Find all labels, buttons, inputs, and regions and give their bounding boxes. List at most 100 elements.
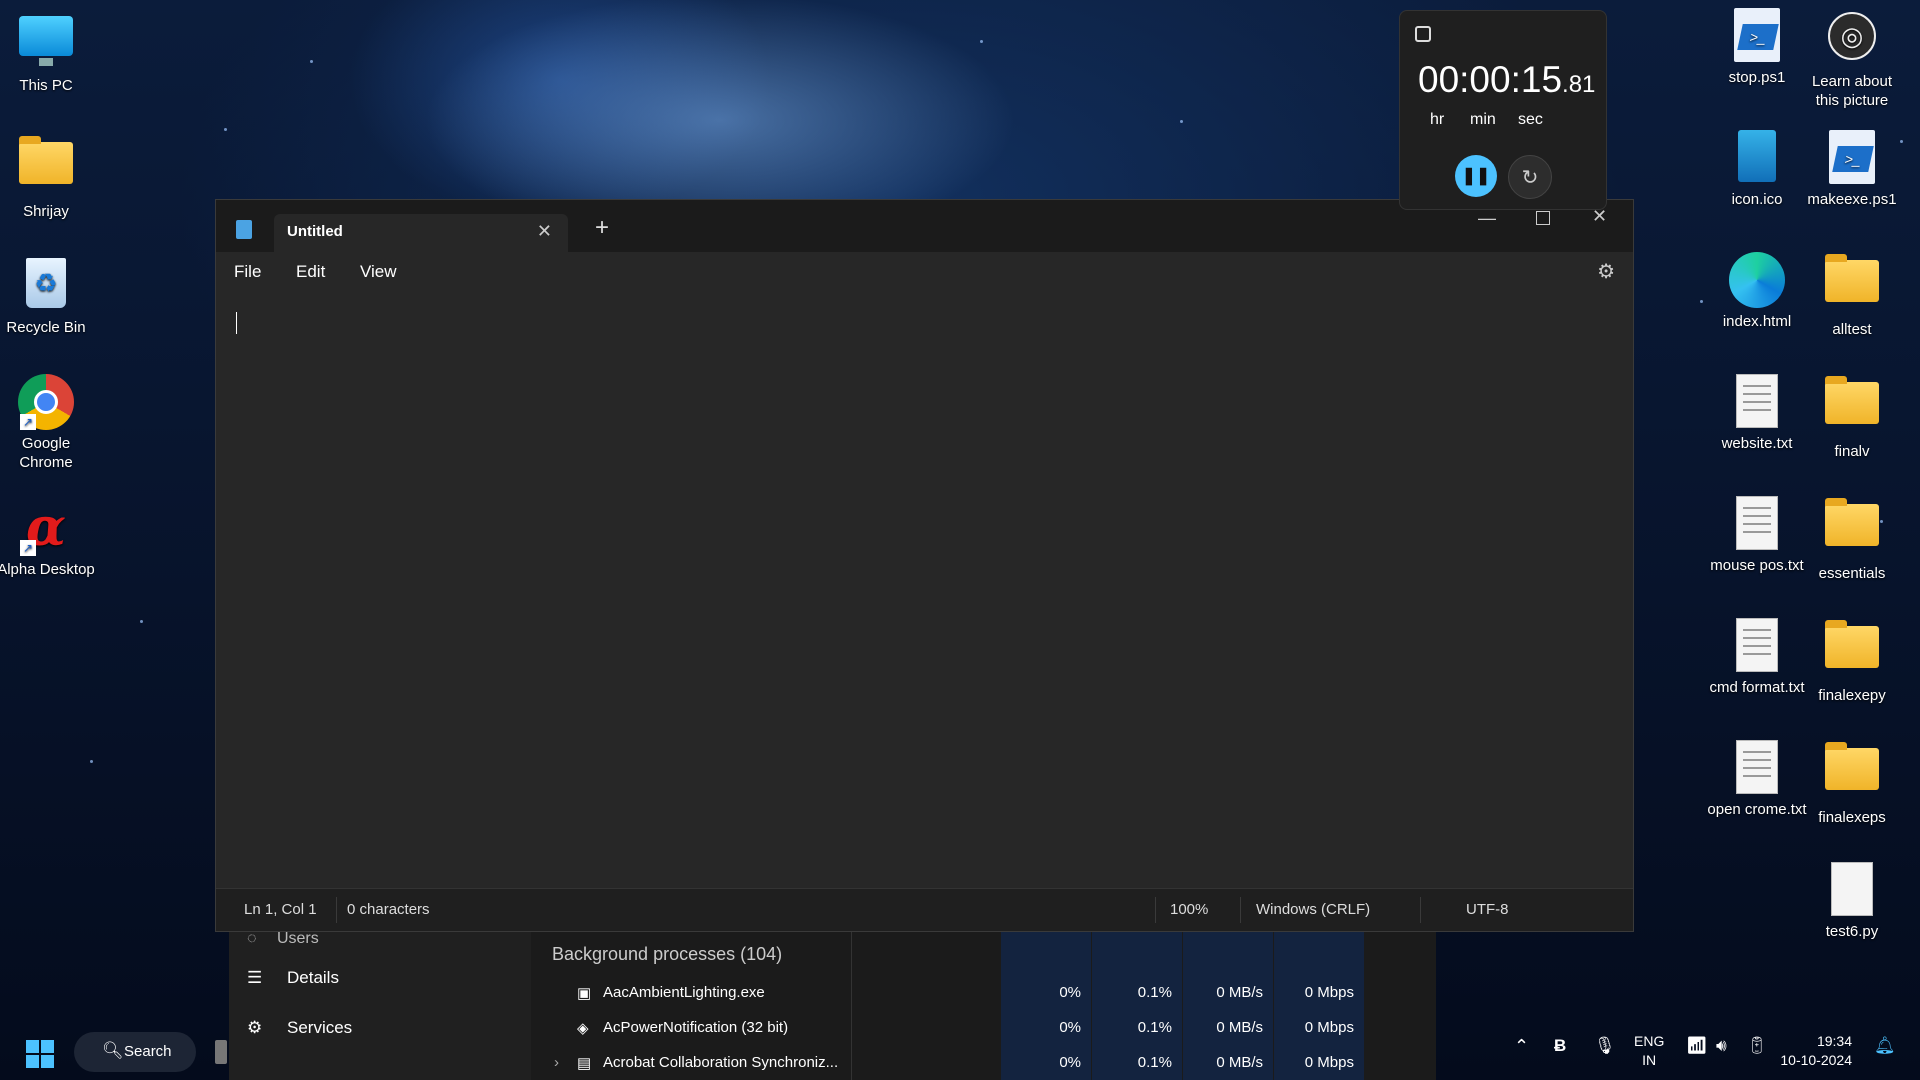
status-bar: Ln 1, Col 1 0 characters 100% Windows (C… (216, 888, 1633, 931)
process-disk: 0 MB/s (1216, 984, 1263, 1001)
menu-edit[interactable]: Edit (296, 262, 325, 282)
close-tab-icon[interactable]: ✕ (537, 221, 552, 242)
wifi-icon[interactable]: 📶︎ (1686, 1036, 1708, 1056)
desktop-icon-test6-py[interactable]: test6.py (1802, 862, 1902, 941)
desktop-icon-label: cmd format.txt (1709, 679, 1805, 696)
process-name: AacAmbientLighting.exe (603, 984, 765, 1001)
desktop-icon-recycle-bin[interactable]: ♻ Recycle Bin (0, 254, 96, 337)
text-file-icon (1729, 740, 1785, 796)
notification-bell-icon[interactable]: 🔔︎ (1874, 1036, 1896, 1056)
volume-icon[interactable]: 🔊︎ (1716, 1036, 1727, 1056)
unit-min-label: min (1470, 111, 1496, 128)
shortcut-arrow-icon: ↗ (20, 414, 36, 430)
users-icon: ◌ (247, 930, 257, 947)
clock-time: 19:34 (1816, 1033, 1852, 1049)
menu-file[interactable]: File (234, 262, 261, 282)
notepad-window: Untitled ✕ + — ✕ File Edit View ⚙ Ln 1, … (215, 199, 1634, 932)
tab-title: Untitled (287, 223, 343, 240)
camera-icon: ◎ (1824, 12, 1880, 68)
desktop-icon-this-pc[interactable]: This PC (0, 12, 96, 95)
text-file-icon (1729, 618, 1785, 674)
battery-icon[interactable]: 🔋︎ (1746, 1036, 1768, 1056)
tab-untitled[interactable]: Untitled ✕ (274, 214, 568, 252)
desktop-icon-makeexe-ps1[interactable]: >_ makeexe.ps1 (1802, 130, 1902, 209)
desktop-icon-stop-ps1[interactable]: >_ stop.ps1 (1707, 8, 1807, 87)
list-icon: ☰ (247, 968, 263, 987)
desktop-icon-label: finalexeps (1818, 809, 1886, 826)
notepad-app-icon (236, 220, 252, 239)
shortcut-arrow-icon: ↗ (20, 540, 36, 556)
taskbar-app-icon[interactable] (215, 1040, 227, 1064)
desktop-icon-alpha-desktop[interactable]: α ↗ Alpha Desktop (0, 500, 96, 579)
desktop-icon-label: Learn about this picture (1811, 73, 1893, 109)
start-windows-icon[interactable] (26, 1040, 54, 1068)
reset-icon: ↻ (1521, 166, 1539, 189)
maximize-icon[interactable] (1536, 211, 1550, 225)
chevron-up-icon[interactable]: ⌃ (1514, 1036, 1529, 1057)
desktop-icon-finalexepy[interactable]: finalexepy (1802, 618, 1902, 705)
new-tab-plus-icon[interactable]: + (595, 214, 609, 242)
desktop-icon-essentials[interactable]: essentials (1802, 496, 1902, 583)
language-indicator[interactable]: ENG IN (1634, 1032, 1664, 1070)
desktop-icon-index-html[interactable]: index.html (1707, 252, 1807, 331)
folder-icon (1824, 742, 1880, 804)
language-bottom: IN (1642, 1052, 1657, 1068)
desktop-icon-mouse-pos-txt[interactable]: mouse pos.txt (1707, 496, 1807, 575)
desktop-icon-label: website.txt (1721, 435, 1793, 452)
pause-icon: ❚❚ (1461, 166, 1491, 185)
text-editor-area[interactable] (216, 292, 1633, 889)
status-encoding: UTF-8 (1466, 901, 1509, 918)
minimize-icon[interactable]: — (1478, 208, 1496, 229)
search-box[interactable]: 🔍︎ Search (74, 1032, 196, 1072)
clock[interactable]: 19:34 10-10-2024 (1780, 1032, 1852, 1070)
powershell-file-icon: >_ (1824, 130, 1880, 186)
desktop-icon-label: stop.ps1 (1728, 69, 1786, 86)
background-processes-header: Background processes (104) (552, 944, 783, 964)
folder-icon (1824, 498, 1880, 560)
search-icon: 🔍︎ (102, 1041, 124, 1060)
nav-details[interactable]: ☰ Details (247, 968, 339, 988)
desktop-icon-google-chrome[interactable]: ↗ Google Chrome (0, 374, 96, 472)
process-network: 0 Mbps (1304, 984, 1354, 1001)
settings-gear-icon[interactable]: ⚙ (1597, 259, 1615, 284)
desktop-icon-finalv[interactable]: finalv (1802, 374, 1902, 461)
desktop-icon-website-txt[interactable]: website.txt (1707, 374, 1807, 453)
bluetooth-icon[interactable]: Ƀ (1554, 1036, 1566, 1056)
desktop-icon-label: makeexe.ps1 (1807, 191, 1897, 208)
stopwatch-time-fraction: .81 (1562, 71, 1596, 98)
menu-bar: File Edit View ⚙ (216, 252, 1633, 292)
expand-icon[interactable] (1415, 26, 1431, 42)
stopwatch-time-main: 00:00:15 (1418, 59, 1563, 100)
status-zoom[interactable]: 100% (1170, 901, 1208, 918)
star (1180, 120, 1183, 123)
desktop-icon-label: essentials (1818, 565, 1886, 582)
search-label: Search (124, 1043, 172, 1060)
reset-button[interactable]: ↻ (1508, 155, 1552, 199)
desktop-icon-open-crome-txt[interactable]: open crome.txt (1707, 740, 1807, 819)
folder-icon (1824, 376, 1880, 438)
stopwatch-time: 00:00:15.81 (1418, 59, 1595, 101)
desktop-icon-finalexeps[interactable]: finalexeps (1802, 740, 1902, 827)
nav-users-label: Users (276, 930, 319, 947)
desktop-icon-alltest[interactable]: alltest (1802, 252, 1902, 339)
edge-icon (1729, 252, 1785, 308)
user-folder-icon (18, 136, 74, 198)
desktop-icon-label: mouse pos.txt (1710, 557, 1804, 574)
desktop-icon-icon-ico[interactable]: icon.ico (1707, 130, 1807, 209)
desktop-icon-shrijay[interactable]: Shrijay (0, 134, 96, 221)
menu-view[interactable]: View (360, 262, 397, 282)
app-window-icon: ▣ (577, 985, 592, 1002)
nav-users[interactable]: ◌ Users (247, 930, 319, 948)
text-cursor (236, 312, 237, 334)
desktop-icon-label: Shrijay (23, 203, 69, 220)
star (140, 620, 143, 623)
desktop-icon-label: test6.py (1825, 923, 1879, 940)
pause-button[interactable]: ❚❚ (1455, 155, 1497, 197)
folder-icon (1824, 620, 1880, 682)
desktop-icon-learn-about-this-picture[interactable]: ◎ Learn about this picture (1802, 8, 1902, 110)
status-line-ending: Windows (CRLF) (1256, 901, 1371, 918)
microphone-icon[interactable]: 🎙︎ (1594, 1036, 1616, 1056)
monitor-icon (18, 16, 74, 72)
desktop-icon-label: Recycle Bin (6, 319, 86, 336)
desktop-icon-cmd-format-txt[interactable]: cmd format.txt (1707, 618, 1807, 697)
